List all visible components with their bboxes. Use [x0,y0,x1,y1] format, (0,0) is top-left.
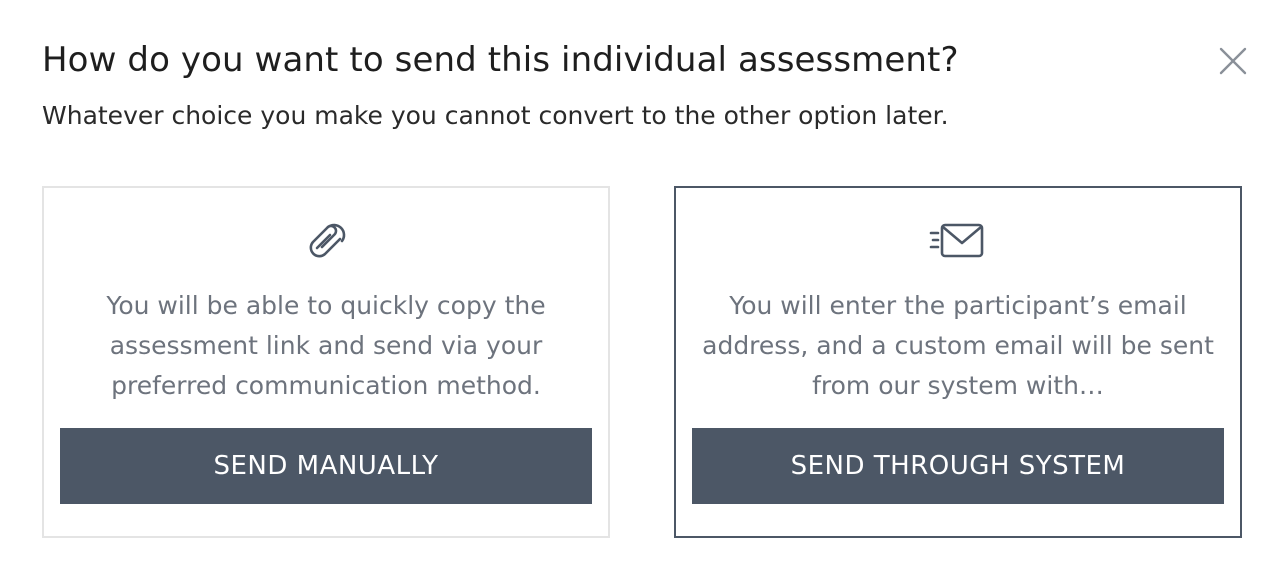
option-description: You will enter the participant’s email a… [702,291,1214,400]
option-card-send-manually[interactable]: You will be able to quickly copy the ass… [42,186,610,538]
fast-email-icon [929,223,984,258]
send-assessment-dialog: How do you want to send this individual … [0,0,1278,572]
link-icon [309,223,346,258]
send-through-system-button[interactable]: SEND THROUGH SYSTEM [692,428,1224,504]
option-card-send-through-system[interactable]: You will enter the participant’s email a… [674,186,1242,538]
dialog-subtitle: Whatever choice you make you cannot conv… [42,101,949,130]
option-description: You will be able to quickly copy the ass… [106,291,546,400]
close-icon [1219,47,1247,75]
close-button[interactable] [1216,44,1250,78]
send-manually-button[interactable]: SEND MANUALLY [60,428,592,504]
dialog-title: How do you want to send this individual … [42,40,959,80]
